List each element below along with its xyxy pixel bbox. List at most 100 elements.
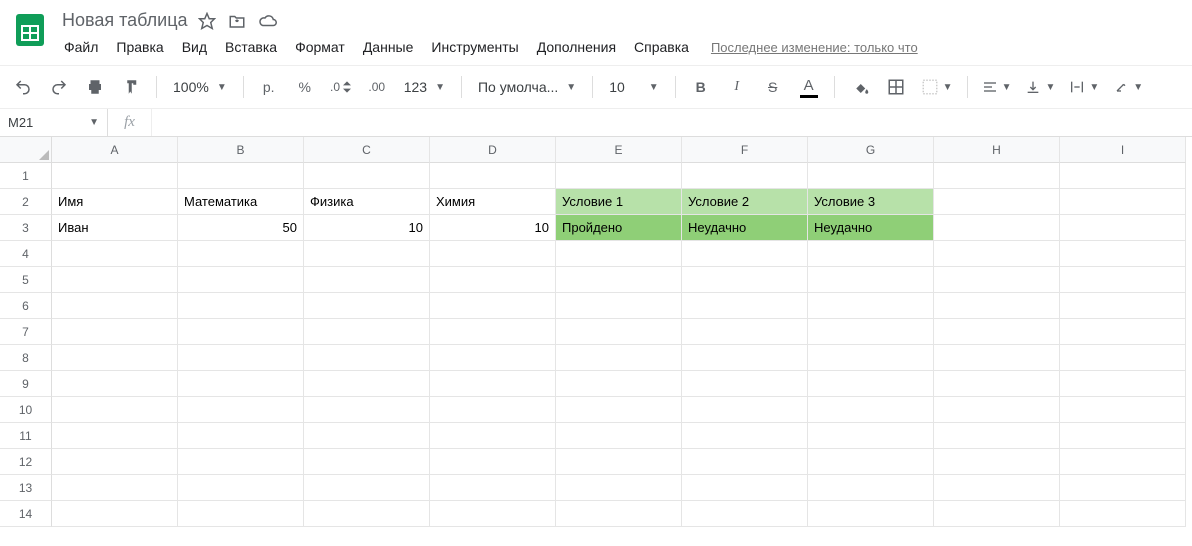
cell-B2[interactable]: Математика: [178, 189, 304, 215]
column-header-A[interactable]: A: [52, 137, 178, 163]
cell-C13[interactable]: [304, 475, 430, 501]
row-header-2[interactable]: 2: [0, 189, 52, 215]
document-title[interactable]: Новая таблица: [62, 10, 188, 31]
cell-H7[interactable]: [934, 319, 1060, 345]
cell-G9[interactable]: [808, 371, 934, 397]
cell-F4[interactable]: [682, 241, 808, 267]
cell-A10[interactable]: [52, 397, 178, 423]
cell-G11[interactable]: [808, 423, 934, 449]
cell-G3[interactable]: Неудачно: [808, 215, 934, 241]
paint-format-button[interactable]: [116, 72, 146, 102]
font-size-combo[interactable]: 10▼: [603, 72, 664, 102]
cell-F12[interactable]: [682, 449, 808, 475]
cell-C9[interactable]: [304, 371, 430, 397]
cell-H8[interactable]: [934, 345, 1060, 371]
name-box[interactable]: M21▼: [0, 109, 108, 136]
cell-I9[interactable]: [1060, 371, 1186, 397]
cell-A14[interactable]: [52, 501, 178, 527]
cell-E12[interactable]: [556, 449, 682, 475]
cell-F1[interactable]: [682, 163, 808, 189]
cell-H2[interactable]: [934, 189, 1060, 215]
row-header-4[interactable]: 4: [0, 241, 52, 267]
cell-F9[interactable]: [682, 371, 808, 397]
cell-G14[interactable]: [808, 501, 934, 527]
cell-D7[interactable]: [430, 319, 556, 345]
cell-C10[interactable]: [304, 397, 430, 423]
cell-I10[interactable]: [1060, 397, 1186, 423]
cell-A13[interactable]: [52, 475, 178, 501]
v-align-button[interactable]: ▼: [1021, 72, 1059, 102]
cell-I1[interactable]: [1060, 163, 1186, 189]
cell-D8[interactable]: [430, 345, 556, 371]
select-all-corner[interactable]: [0, 137, 52, 163]
cell-D9[interactable]: [430, 371, 556, 397]
row-header-3[interactable]: 3: [0, 215, 52, 241]
cell-C4[interactable]: [304, 241, 430, 267]
column-header-E[interactable]: E: [556, 137, 682, 163]
cell-C3[interactable]: 10: [304, 215, 430, 241]
column-header-G[interactable]: G: [808, 137, 934, 163]
cell-B4[interactable]: [178, 241, 304, 267]
cell-E5[interactable]: [556, 267, 682, 293]
cell-H9[interactable]: [934, 371, 1060, 397]
merge-cells-button[interactable]: ▼: [917, 72, 957, 102]
menu-insert[interactable]: Вставка: [217, 35, 285, 59]
cell-B10[interactable]: [178, 397, 304, 423]
text-wrap-button[interactable]: ▼: [1065, 72, 1103, 102]
decrease-decimal-button[interactable]: .0: [326, 72, 356, 102]
cell-H4[interactable]: [934, 241, 1060, 267]
column-header-I[interactable]: I: [1060, 137, 1186, 163]
row-header-7[interactable]: 7: [0, 319, 52, 345]
cell-F14[interactable]: [682, 501, 808, 527]
cell-I4[interactable]: [1060, 241, 1186, 267]
cell-E9[interactable]: [556, 371, 682, 397]
cell-G1[interactable]: [808, 163, 934, 189]
cell-B6[interactable]: [178, 293, 304, 319]
row-header-11[interactable]: 11: [0, 423, 52, 449]
cell-D11[interactable]: [430, 423, 556, 449]
cell-C2[interactable]: Физика: [304, 189, 430, 215]
cell-A5[interactable]: [52, 267, 178, 293]
menu-data[interactable]: Данные: [355, 35, 422, 59]
cell-B5[interactable]: [178, 267, 304, 293]
cell-B12[interactable]: [178, 449, 304, 475]
cell-C7[interactable]: [304, 319, 430, 345]
cell-D10[interactable]: [430, 397, 556, 423]
sheets-logo[interactable]: [8, 8, 52, 52]
cell-H10[interactable]: [934, 397, 1060, 423]
cell-H12[interactable]: [934, 449, 1060, 475]
move-icon[interactable]: [228, 12, 246, 30]
bold-button[interactable]: B: [686, 72, 716, 102]
text-rotation-button[interactable]: ▼: [1109, 72, 1147, 102]
cell-F13[interactable]: [682, 475, 808, 501]
h-align-button[interactable]: ▼: [978, 72, 1016, 102]
increase-decimal-button[interactable]: .00: [362, 72, 392, 102]
cell-I3[interactable]: [1060, 215, 1186, 241]
cell-D1[interactable]: [430, 163, 556, 189]
cell-A7[interactable]: [52, 319, 178, 345]
cell-F2[interactable]: Условие 2: [682, 189, 808, 215]
borders-button[interactable]: [881, 72, 911, 102]
cell-B13[interactable]: [178, 475, 304, 501]
zoom-combo[interactable]: 100%▼: [167, 72, 233, 102]
row-header-6[interactable]: 6: [0, 293, 52, 319]
cell-I7[interactable]: [1060, 319, 1186, 345]
cell-F5[interactable]: [682, 267, 808, 293]
cell-E3[interactable]: Пройдено: [556, 215, 682, 241]
strikethrough-button[interactable]: S: [758, 72, 788, 102]
cell-F10[interactable]: [682, 397, 808, 423]
cell-G5[interactable]: [808, 267, 934, 293]
menu-edit[interactable]: Правка: [108, 35, 171, 59]
cell-D4[interactable]: [430, 241, 556, 267]
cell-E11[interactable]: [556, 423, 682, 449]
row-header-14[interactable]: 14: [0, 501, 52, 527]
cell-F6[interactable]: [682, 293, 808, 319]
cell-F11[interactable]: [682, 423, 808, 449]
cell-I6[interactable]: [1060, 293, 1186, 319]
cell-I8[interactable]: [1060, 345, 1186, 371]
cell-D14[interactable]: [430, 501, 556, 527]
cell-C8[interactable]: [304, 345, 430, 371]
cell-H14[interactable]: [934, 501, 1060, 527]
cell-H1[interactable]: [934, 163, 1060, 189]
text-color-button[interactable]: A: [794, 72, 824, 102]
